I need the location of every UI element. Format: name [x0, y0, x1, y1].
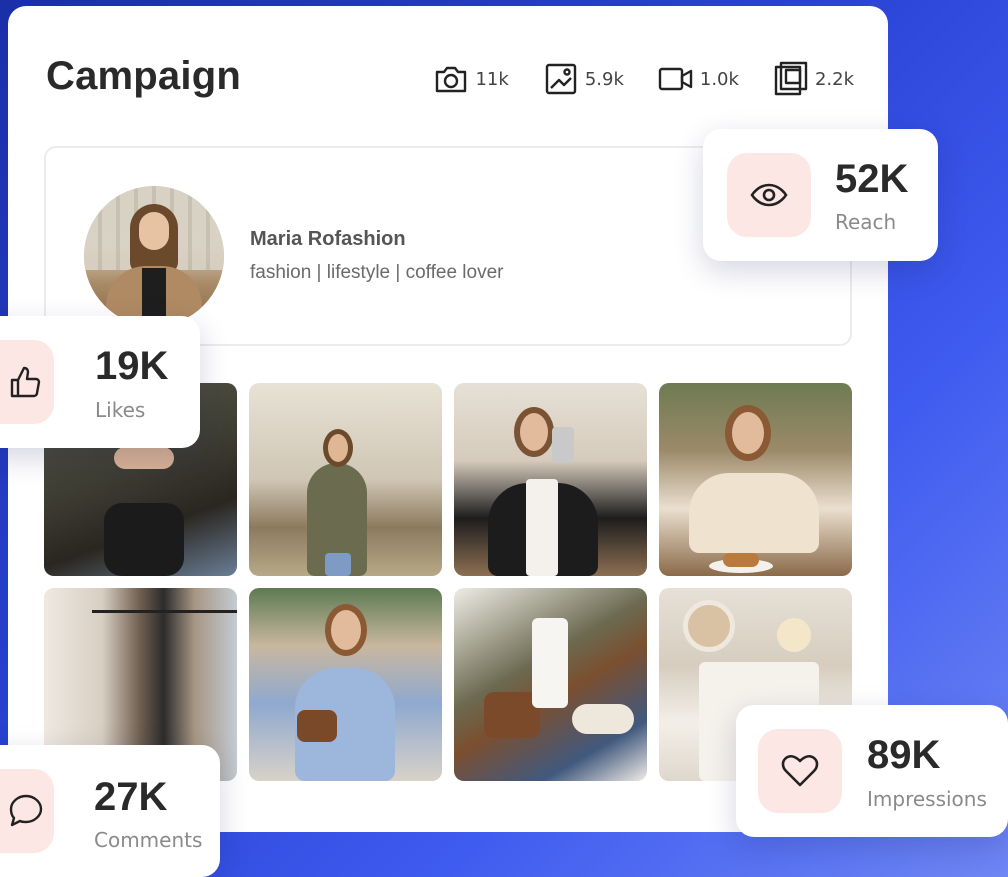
impressions-value: 89K: [867, 733, 941, 777]
image-icon: [545, 63, 577, 95]
photo-tile[interactable]: [659, 383, 852, 576]
stat-photos-value: 11k: [475, 68, 509, 90]
impressions-label: Impressions: [867, 787, 987, 811]
avatar-face: [139, 212, 169, 250]
likes-card[interactable]: 19K Likes: [0, 316, 200, 448]
stat-videos: 1.0k: [658, 61, 739, 97]
campaign-stats: 11k 5.9k 1.0k 2.2k: [433, 61, 854, 97]
stat-galleries-value: 2.2k: [814, 68, 854, 90]
reach-icon-tile: [727, 153, 811, 237]
profile-bio: fashion | lifestyle | coffee lover: [250, 262, 504, 283]
reach-value: 52K: [835, 157, 909, 201]
profile-name: Maria Rofashion: [250, 228, 406, 250]
comments-card[interactable]: 27K Comments: [0, 745, 220, 877]
impressions-icon-tile: [758, 729, 842, 813]
photo-tile[interactable]: [249, 383, 442, 576]
chat-bubble-icon: [9, 794, 43, 827]
photo-tile[interactable]: [454, 383, 647, 576]
thumbs-up-icon: [10, 366, 41, 398]
video-icon: [658, 67, 693, 91]
photo-tile[interactable]: [454, 588, 647, 781]
likes-label: Likes: [95, 398, 146, 422]
gallery-stack-icon: [774, 61, 808, 96]
stat-images-value: 5.9k: [584, 68, 624, 90]
camera-icon: [436, 66, 467, 93]
comments-label: Comments: [94, 828, 203, 852]
likes-value: 19K: [95, 344, 169, 388]
avatar[interactable]: [84, 186, 224, 326]
stat-images: 5.9k: [543, 61, 624, 97]
reach-card[interactable]: 52K Reach: [703, 129, 938, 261]
page-title: Campaign: [46, 54, 241, 98]
comments-icon-tile: [0, 769, 54, 853]
reach-label: Reach: [835, 210, 897, 234]
eye-icon: [750, 183, 788, 207]
heart-icon: [781, 755, 819, 787]
impressions-card[interactable]: 89K Impressions: [736, 705, 1008, 837]
comments-value: 27K: [94, 775, 168, 819]
stat-galleries: 2.2k: [773, 61, 854, 97]
photo-tile[interactable]: [249, 588, 442, 781]
likes-icon-tile: [0, 340, 54, 424]
stat-photos: 11k: [433, 61, 509, 97]
stat-videos-value: 1.0k: [699, 68, 739, 90]
